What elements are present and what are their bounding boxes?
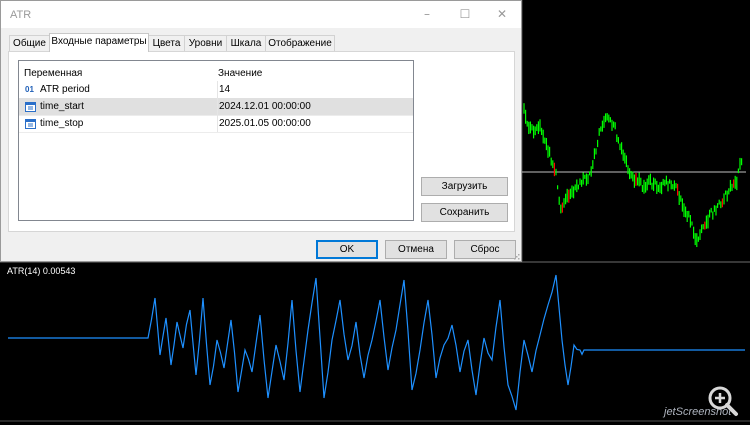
atr-indicator-label: ATR(14) 0.00543	[7, 266, 76, 276]
tab-input-parameters[interactable]: Входные параметры	[49, 33, 149, 52]
zoom-in-icon[interactable]	[706, 384, 740, 418]
table-row[interactable]: 01 ATR period 14	[19, 81, 413, 99]
param-name: ATR period	[40, 84, 90, 95]
close-button[interactable]: ✕	[483, 1, 521, 28]
table-row[interactable]: time_stop 2025.01.05 00:00:00	[19, 115, 413, 133]
reset-button[interactable]: Сброс	[454, 240, 516, 259]
param-value[interactable]: 2024.12.01 00:00:00	[217, 98, 409, 115]
param-name: time_start	[40, 101, 84, 112]
param-name-cell[interactable]: time_stop	[22, 115, 214, 132]
param-name-cell[interactable]: 01 ATR period	[22, 81, 214, 98]
param-value[interactable]: 14	[217, 81, 409, 98]
cancel-button[interactable]: Отмена	[385, 240, 447, 259]
maximize-button[interactable]: ☐	[446, 1, 484, 28]
tab-levels[interactable]: Уровни	[184, 35, 227, 51]
header-value[interactable]: Значение	[217, 65, 408, 82]
indicator-properties-dialog: ATR – ☐ ✕ Общие Входные параметры Цвета …	[0, 0, 522, 262]
int-param-icon: 01	[25, 85, 34, 94]
tab-scale[interactable]: Шкала	[226, 35, 266, 51]
ok-button[interactable]: OK	[316, 240, 378, 259]
tab-visualization[interactable]: Отображение	[265, 35, 335, 51]
param-name-cell[interactable]: time_start	[22, 98, 214, 115]
input-parameters-table[interactable]: Переменная Значение 01 ATR period 14 tim…	[18, 60, 414, 221]
tab-general[interactable]: Общие	[9, 35, 50, 51]
load-button[interactable]: Загрузить	[421, 177, 508, 196]
param-value[interactable]: 2025.01.05 00:00:00	[217, 115, 409, 132]
dialog-title: ATR	[10, 9, 32, 21]
table-row[interactable]: time_start 2024.12.01 00:00:00	[19, 98, 413, 116]
dialog-titlebar[interactable]: ATR – ☐ ✕	[1, 1, 521, 28]
param-name: time_stop	[40, 118, 84, 129]
atr-indicator-line	[8, 274, 745, 411]
header-variable[interactable]: Переменная	[24, 65, 216, 82]
calendar-icon	[25, 119, 36, 129]
price-candles	[523, 103, 743, 248]
calendar-icon	[25, 102, 36, 112]
table-header: Переменная Значение	[19, 61, 413, 81]
minimize-button[interactable]: –	[408, 1, 446, 28]
resize-grip-icon[interactable]	[512, 252, 520, 260]
tab-colors[interactable]: Цвета	[148, 35, 185, 51]
save-button[interactable]: Сохранить	[421, 203, 508, 222]
